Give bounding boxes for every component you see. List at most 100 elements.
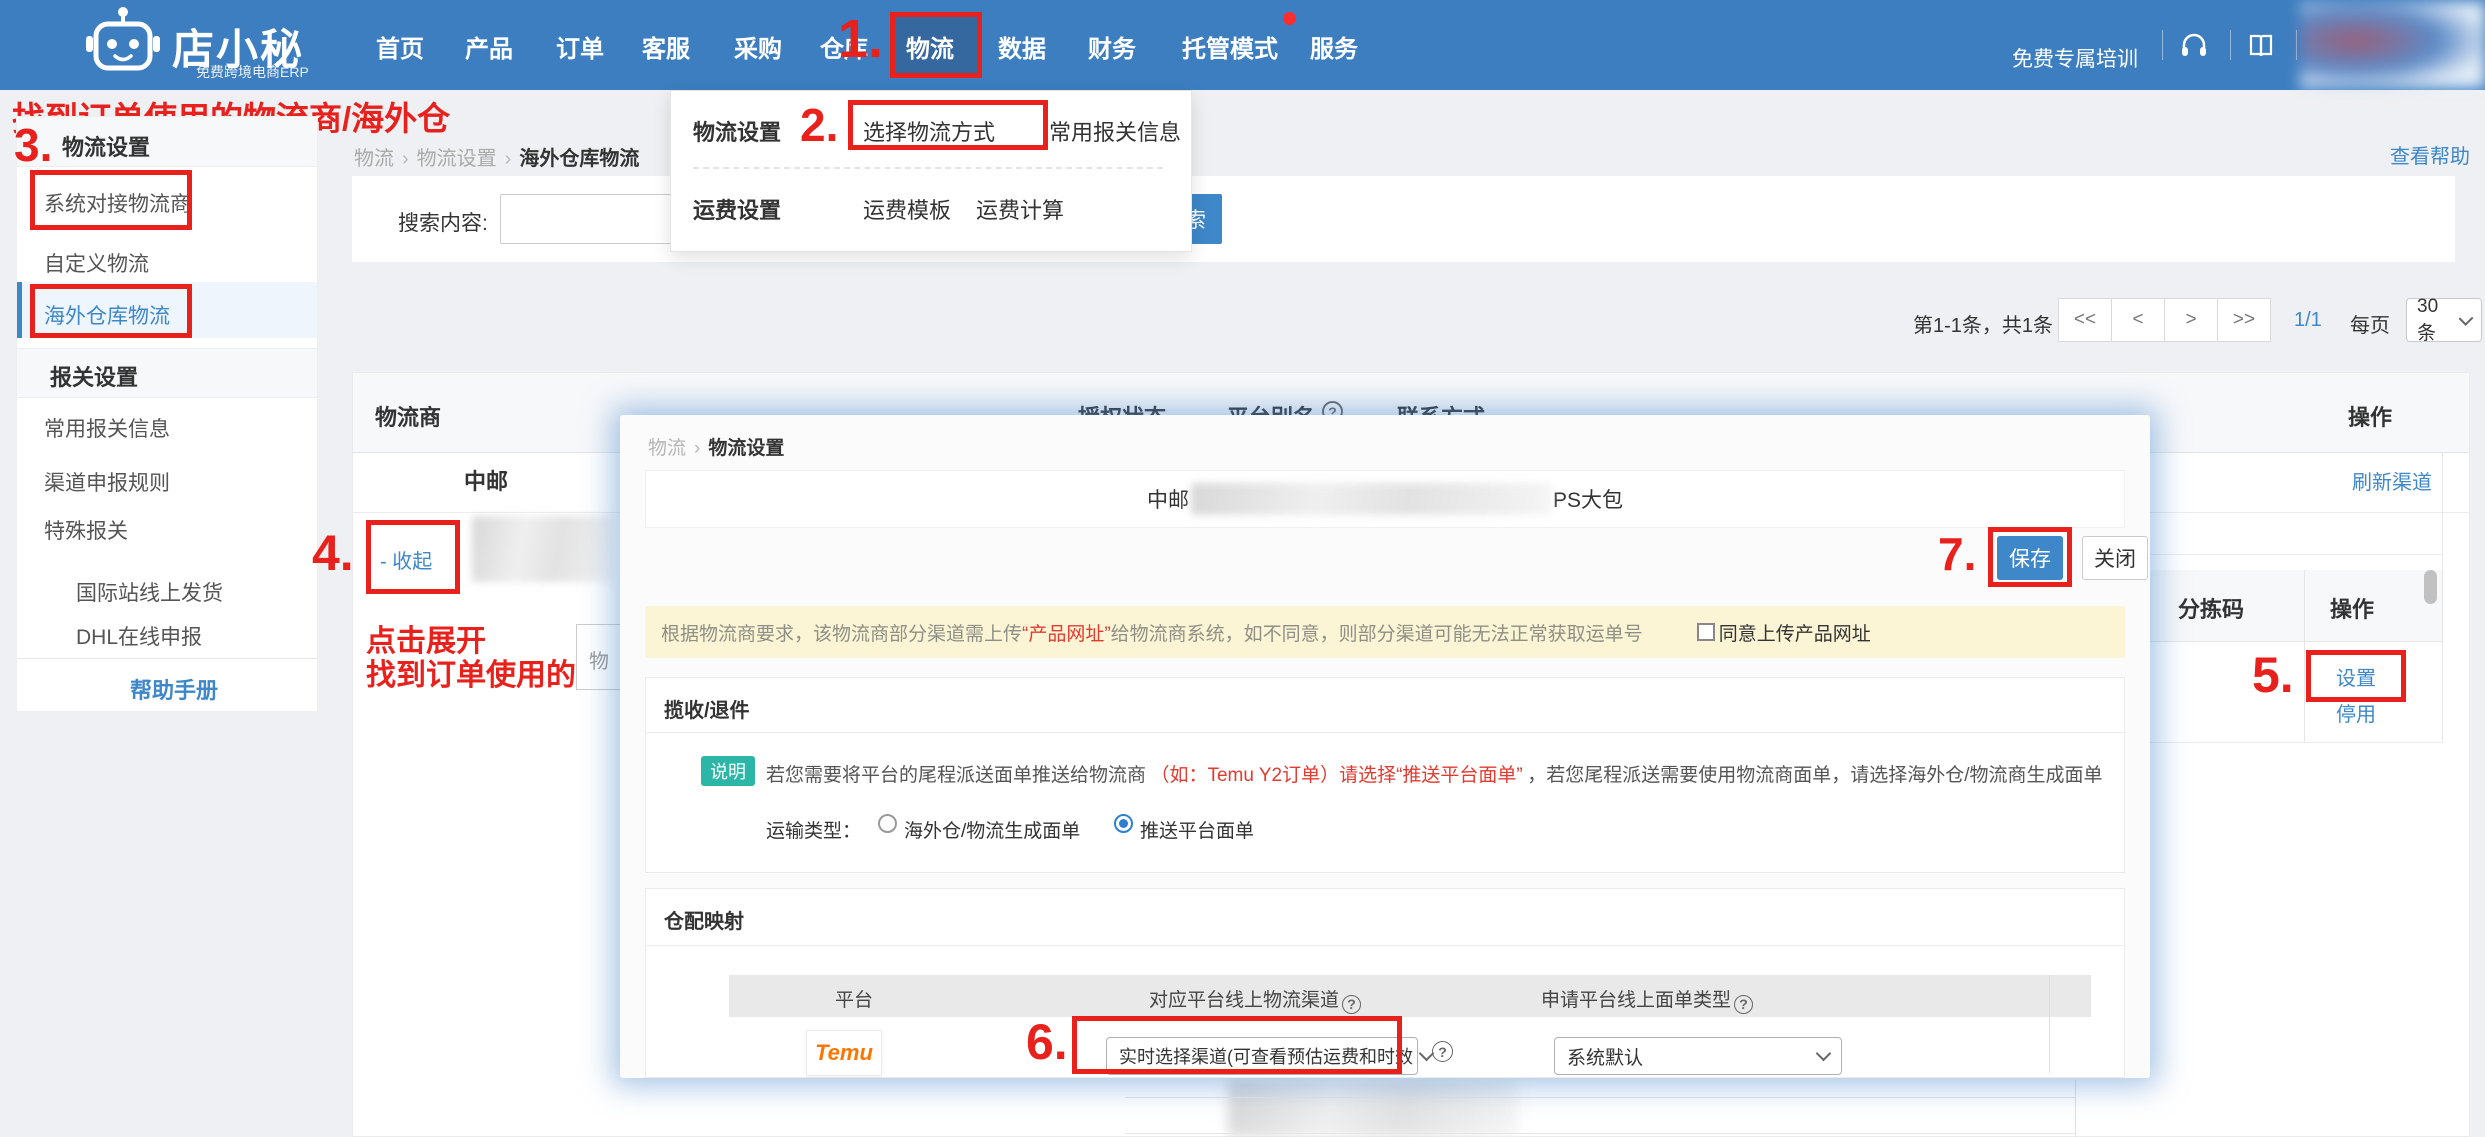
sidebar-item-dhl-declare[interactable]: DHL在线申报: [76, 621, 202, 651]
view-help-link[interactable]: 查看帮助: [2390, 140, 2470, 169]
channel-set-link[interactable]: 设置: [2336, 662, 2376, 691]
sidebar-item-intl-shipping[interactable]: 国际站线上发货: [76, 577, 223, 607]
channel-question-icon[interactable]: ?: [1342, 995, 1361, 1014]
redacted-row-content: [1228, 1080, 1518, 1137]
nav-item-purchase[interactable]: 采购: [734, 29, 782, 64]
dropdown-group-freight: 运费设置: [693, 193, 781, 225]
pagination-last-button[interactable]: >>: [2217, 298, 2271, 342]
section-divider: [646, 732, 2124, 733]
warehouse-mapping-section: 仓配映射 平台 对应平台线上物流渠道? 申请平台线上面单类型? Temu 实时选…: [645, 888, 2125, 1078]
bg-row-line: [1125, 1097, 2075, 1098]
section-divider: [646, 945, 2124, 946]
tip-text-post: ，若您尾程派送需要使用物流商面单，请选择海外仓/物流商生成面单: [1527, 765, 2102, 786]
sheet-question-icon[interactable]: ?: [1734, 995, 1753, 1014]
radio-platform-label-selected[interactable]: [1114, 814, 1133, 833]
nav-item-logistics[interactable]: 物流: [906, 29, 954, 64]
sidebar-divider: [17, 658, 317, 659]
save-button[interactable]: 保存: [1997, 536, 2063, 580]
free-training-link[interactable]: 免费专属培训: [2012, 43, 2138, 73]
pickup-return-section: 揽收/退件 说明 若您需要将平台的尾程派送面单推送给物流商 （如：Temu Y2…: [645, 677, 2125, 873]
robot-logo-icon: [84, 6, 162, 84]
dropdown-item-customs-info[interactable]: 常用报关信息: [1049, 115, 1181, 147]
modal-title-bar: 中邮 PS大包: [645, 470, 2125, 528]
channel-title-prefix: 中邮: [1147, 484, 1189, 514]
dropdown-item-freight-calc[interactable]: 运费计算: [976, 193, 1064, 225]
subtable-right-border: [2442, 453, 2443, 743]
breadcrumb-settings[interactable]: 物流设置: [417, 148, 497, 170]
section-title-mapping: 仓配映射: [664, 905, 744, 934]
breadcrumb: 物流›物流设置›海外仓库物流: [354, 142, 639, 171]
nav-item-service[interactable]: 客服: [642, 29, 690, 64]
radio-overseas-label[interactable]: [878, 814, 897, 833]
sidebar-active-bar: [17, 282, 22, 338]
pagination-first-button[interactable]: <<: [2058, 298, 2112, 342]
nav-item-products[interactable]: 产品: [465, 29, 513, 64]
sidebar-item-special-customs[interactable]: 特殊报关: [44, 515, 128, 545]
agree-checkbox[interactable]: [1697, 623, 1715, 641]
logistics-dropdown: 物流设置 选择物流方式 常用报关信息 运费设置 运费模板 运费计算: [670, 90, 1192, 252]
pagination-next-button[interactable]: >: [2164, 298, 2218, 342]
nav-item-data[interactable]: 数据: [998, 29, 1046, 64]
breadcrumb-current: 海外仓库物流: [519, 148, 639, 170]
pagination-page-indicator: 1/1: [2294, 309, 2322, 332]
product-url-notice: 根据物流商要求，该物流商部分渠道需上传 “产品网址” 给物流商系统，如不同意，则…: [645, 606, 2125, 658]
breadcrumb-logistics[interactable]: 物流: [354, 148, 394, 170]
redacted-channel-name: [472, 516, 614, 582]
close-button[interactable]: 关闭: [2082, 536, 2148, 580]
temu-logo-box: Temu: [806, 1030, 882, 1076]
annotation-step-7: 7.: [1938, 527, 1976, 581]
tip-badge: 说明: [701, 756, 755, 786]
nav-item-managed-mode[interactable]: 托管模式: [1182, 29, 1278, 64]
sidebar-title: 物流设置: [62, 130, 150, 162]
channel-settings-modal: 物流›物流设置 中邮 PS大包 7. 保存 关闭 根据物流商要求，该物流商部分渠…: [620, 415, 2150, 1078]
pagination-prev-button[interactable]: <: [2111, 298, 2165, 342]
dropdown-item-freight-template[interactable]: 运费模板: [863, 193, 951, 225]
dropdown-group-settings: 物流设置: [693, 115, 781, 147]
page-size-value: 30条: [2417, 296, 2453, 345]
nav-item-home[interactable]: 首页: [376, 29, 424, 64]
help-manual-link[interactable]: 帮助手册: [130, 673, 218, 705]
collapse-link[interactable]: - 收起: [380, 545, 432, 574]
nav-divider: [2162, 30, 2163, 60]
annotation-step-1: 1.: [838, 8, 883, 70]
refresh-channels-link[interactable]: 刷新渠道: [2352, 466, 2432, 495]
manual-book-icon[interactable]: [2248, 33, 2274, 64]
redacted-title: [1191, 483, 1551, 515]
channel-filter-placeholder: 物: [589, 645, 609, 674]
channel-title-suffix: PS大包: [1553, 484, 1623, 514]
dropdown-item-choose-method[interactable]: 选择物流方式: [863, 115, 995, 147]
nav-divider: [2296, 30, 2297, 60]
nav-divider: [2230, 30, 2231, 60]
mapping-col-platform: 平台: [835, 985, 873, 1012]
nav-item-services[interactable]: 服务: [1310, 29, 1358, 64]
page-size-select[interactable]: 30条: [2406, 298, 2482, 342]
headset-icon[interactable]: [2180, 32, 2208, 65]
radio-overseas-text[interactable]: 海外仓/物流生成面单: [904, 816, 1080, 843]
user-avatar-blurred[interactable]: [2300, 2, 2485, 88]
brand-subtitle: 免费跨境电商ERP: [196, 62, 309, 82]
scrollbar-thumb[interactable]: [2424, 570, 2437, 604]
sidebar-item-overseas-warehouse[interactable]: 海外仓库物流: [44, 300, 170, 330]
modal-breadcrumb-settings: 物流设置: [708, 438, 784, 459]
col-provider: 物流商: [375, 400, 441, 432]
nav-item-orders[interactable]: 订单: [556, 29, 604, 64]
annotation-step-5: 5.: [2252, 646, 2294, 704]
radio-platform-text[interactable]: 推送平台面单: [1140, 816, 1254, 843]
sidebar-item-system-carriers[interactable]: 系统对接物流商: [44, 188, 191, 218]
nav-item-finance[interactable]: 财务: [1088, 29, 1136, 64]
sheet-type-select[interactable]: 系统默认: [1554, 1037, 1842, 1075]
col-action: 操作: [2348, 400, 2392, 432]
agree-label[interactable]: 同意上传产品网址: [1719, 619, 1871, 646]
sidebar-item-custom-logistics[interactable]: 自定义物流: [44, 248, 149, 278]
modal-breadcrumb-logistics[interactable]: 物流: [648, 438, 686, 459]
annotation-step-3: 3.: [14, 118, 52, 172]
channel-disable-link[interactable]: 停用: [2336, 698, 2376, 727]
sidebar-item-channel-rules[interactable]: 渠道申报规则: [44, 467, 170, 497]
channel-select[interactable]: 实时选择渠道(可查看预估运费和时效: [1106, 1037, 1418, 1075]
select-question-icon[interactable]: ?: [1432, 1041, 1453, 1062]
sidebar-item-customs-info[interactable]: 常用报关信息: [44, 413, 170, 443]
sidebar-section-customs: 报关设置: [50, 360, 138, 392]
ship-type-label: 运输类型：: [766, 816, 861, 843]
app-logo[interactable]: [84, 6, 162, 84]
mapping-col-channel: 对应平台线上物流渠道?: [1149, 985, 1361, 1014]
